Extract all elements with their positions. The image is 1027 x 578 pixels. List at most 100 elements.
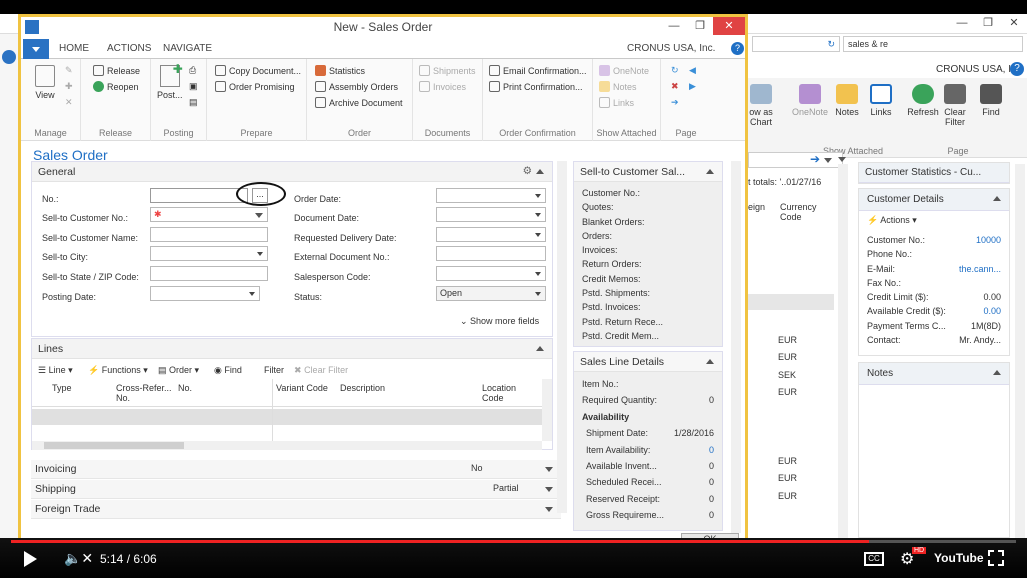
edit-icon[interactable]: ✎	[65, 65, 73, 76]
notes-button[interactable]: Notes	[599, 81, 637, 92]
invoicing-fasttab[interactable]: Invoicing No	[31, 460, 561, 479]
factbox-header[interactable]: Customer Statistics - Cu...	[859, 163, 1009, 183]
expand-icon[interactable]	[545, 507, 553, 512]
help-icon[interactable]: ?	[1010, 62, 1024, 76]
factbox-header[interactable]: Sell-to Customer Sal...	[574, 162, 722, 182]
sell-to-zip-field[interactable]	[150, 266, 268, 281]
refresh-icon[interactable]: ↻	[827, 39, 835, 50]
scroll-thumb[interactable]	[44, 442, 184, 449]
find-button[interactable]: ◉ Find	[214, 365, 242, 376]
release-button[interactable]: Release	[93, 65, 140, 76]
general-header[interactable]: General ⚙	[32, 162, 552, 182]
address-bar[interactable]: ↻	[752, 36, 840, 52]
invoices-button[interactable]: Invoices	[419, 81, 466, 92]
print-icon[interactable]: ⎙	[189, 65, 196, 76]
statistics-button[interactable]: Statistics	[315, 65, 365, 76]
column-type[interactable]: Type	[52, 383, 72, 393]
onenote-button[interactable]: OneNote	[790, 84, 830, 117]
tab-navigate[interactable]: NAVIGATE	[163, 43, 212, 54]
column-location-code[interactable]: Location Code	[482, 383, 522, 403]
next-icon[interactable]: ▶	[689, 81, 696, 92]
column-no[interactable]: No.	[178, 383, 192, 393]
post-button[interactable]: ✚ Post...	[157, 62, 183, 100]
copy-document-button[interactable]: Copy Document...	[215, 65, 301, 76]
arrow-right-icon[interactable]: ➔	[810, 152, 820, 166]
scrollbar[interactable]	[1015, 164, 1025, 544]
scrollbar[interactable]	[838, 164, 848, 544]
document-date-field[interactable]	[436, 207, 546, 222]
content-scrollbar[interactable]	[557, 161, 567, 513]
sell-to-customer-no-field[interactable]: ✱	[150, 207, 268, 222]
clear-filter-button[interactable]: Clear Filter	[940, 84, 970, 127]
requested-delivery-date-field[interactable]	[436, 227, 546, 242]
factbox-scrollbar[interactable]	[731, 161, 741, 533]
search-input[interactable]: sales & re	[843, 36, 1023, 52]
post-batch-icon[interactable]: ▣	[189, 81, 198, 92]
sell-to-city-field[interactable]	[150, 246, 268, 261]
file-menu-button[interactable]	[23, 39, 49, 59]
order-menu[interactable]: ▤ Order ▾	[158, 365, 199, 376]
line-menu[interactable]: ☰ Line ▾	[38, 365, 73, 376]
collapse-icon[interactable]	[536, 169, 544, 174]
print-confirmation-button[interactable]: Print Confirmation...	[489, 81, 583, 92]
links-button[interactable]: Links	[599, 97, 634, 108]
links-button[interactable]: Links	[864, 84, 898, 117]
column-description[interactable]: Description	[340, 383, 385, 393]
table-row[interactable]	[32, 409, 542, 425]
column-cross-reference[interactable]: Cross-Refer... No.	[116, 383, 174, 403]
collapse-icon[interactable]	[706, 359, 714, 364]
minimize-icon[interactable]: —	[949, 14, 975, 32]
archive-document-button[interactable]: Archive Document	[315, 97, 403, 108]
volume-muted-icon[interactable]: 🔈✕	[64, 550, 93, 567]
expand-icon[interactable]	[545, 487, 553, 492]
show-as-chart-button[interactable]: ow as Chart	[746, 84, 776, 127]
external-document-no-field[interactable]	[436, 246, 546, 261]
refresh-button[interactable]: Refresh	[906, 84, 940, 117]
foreign-trade-fasttab[interactable]: Foreign Trade	[31, 500, 561, 519]
youtube-logo[interactable]: YouTube	[934, 551, 984, 565]
clear-filter-button[interactable]: ✖ Clear Filter	[294, 365, 348, 376]
functions-menu[interactable]: ⚡ Functions ▾	[88, 365, 148, 376]
captions-icon[interactable]: CC	[864, 552, 884, 566]
collapse-icon[interactable]	[993, 370, 1001, 375]
back-icon[interactable]	[2, 50, 16, 64]
minimize-icon[interactable]: —	[661, 17, 687, 35]
view-button[interactable]: View	[35, 65, 55, 100]
collapse-icon[interactable]	[706, 169, 714, 174]
column-variant-code[interactable]: Variant Code	[276, 383, 328, 393]
lines-header[interactable]: Lines	[32, 339, 552, 359]
maximize-icon[interactable]: ❐	[975, 14, 1001, 32]
collapse-icon[interactable]	[536, 346, 544, 351]
actions-menu[interactable]: ⚡ Actions ▾	[859, 211, 1009, 229]
sell-to-customer-name-field[interactable]	[150, 227, 268, 242]
posting-date-field[interactable]	[150, 286, 260, 301]
expand-icon[interactable]	[545, 467, 553, 472]
maximize-icon[interactable]: ❐	[687, 17, 713, 35]
previous-icon[interactable]: ◀	[689, 65, 696, 76]
find-button[interactable]: Find	[974, 84, 1008, 117]
filter-field[interactable]	[748, 152, 843, 168]
assembly-orders-button[interactable]: Assembly Orders	[315, 81, 398, 92]
order-date-field[interactable]	[436, 188, 546, 203]
fullscreen-icon[interactable]	[988, 550, 1004, 566]
notes-button[interactable]: Notes	[830, 84, 864, 117]
help-icon[interactable]: ?	[731, 42, 744, 55]
reopen-button[interactable]: Reopen	[93, 81, 139, 92]
shipping-fasttab[interactable]: Shipping Partial	[31, 480, 561, 499]
delete-icon[interactable]: ✕	[65, 97, 73, 108]
show-more-fields-link[interactable]: ⌄ Show more fields	[460, 316, 539, 327]
no-field[interactable]	[150, 188, 248, 203]
gear-icon[interactable]: ⚙	[523, 165, 532, 177]
refresh-icon[interactable]: ↻	[671, 65, 679, 76]
tab-home[interactable]: HOME	[59, 43, 89, 54]
salesperson-code-field[interactable]	[436, 266, 546, 281]
go-to-icon[interactable]: ➔	[671, 97, 679, 108]
selected-row[interactable]	[748, 294, 834, 310]
filter-button[interactable]: Filter	[264, 365, 284, 375]
horizontal-scrollbar[interactable]	[32, 441, 542, 450]
new-icon[interactable]: ✚	[65, 81, 73, 92]
vertical-scrollbar[interactable]	[542, 379, 552, 441]
shipments-button[interactable]: Shipments	[419, 65, 476, 76]
close-icon[interactable]: ✕	[1001, 14, 1027, 32]
close-icon[interactable]: ✕	[713, 17, 745, 35]
